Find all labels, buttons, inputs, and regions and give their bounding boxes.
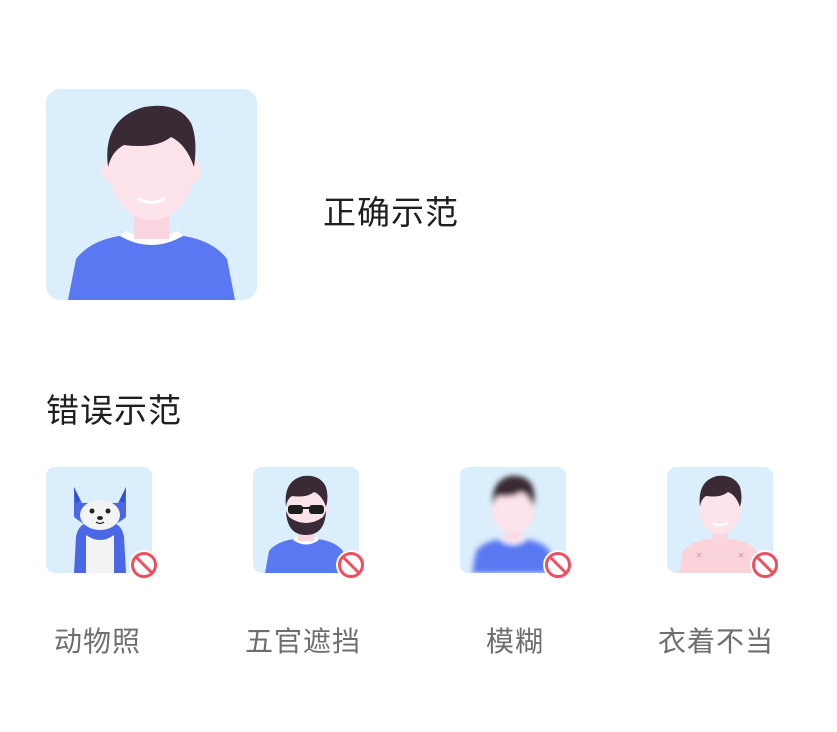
wrong-example-caption: 衣着不当 (658, 625, 775, 658)
avatar-correct-icon (68, 105, 235, 300)
prohibited-icon (750, 550, 780, 580)
wrong-example-improper-clothing: 衣着不当 (658, 467, 827, 667)
prohibited-icon (129, 550, 159, 580)
wrong-examples-heading: 错误示范 (46, 391, 182, 430)
correct-example-label: 正确示范 (323, 193, 459, 232)
wrong-example-caption: 五官遮挡 (245, 625, 362, 658)
prohibited-icon (543, 550, 573, 580)
wrong-example-caption: 动物照 (54, 625, 142, 658)
wrong-example-caption: 模糊 (486, 625, 545, 658)
wrong-example-blurry: 模糊 (460, 467, 620, 667)
prohibited-icon (336, 550, 366, 580)
wrong-example-face-covered: 五官遮挡 (245, 467, 413, 667)
wrong-example-animal: 动物照 (46, 467, 206, 667)
correct-example-photo (46, 89, 257, 300)
